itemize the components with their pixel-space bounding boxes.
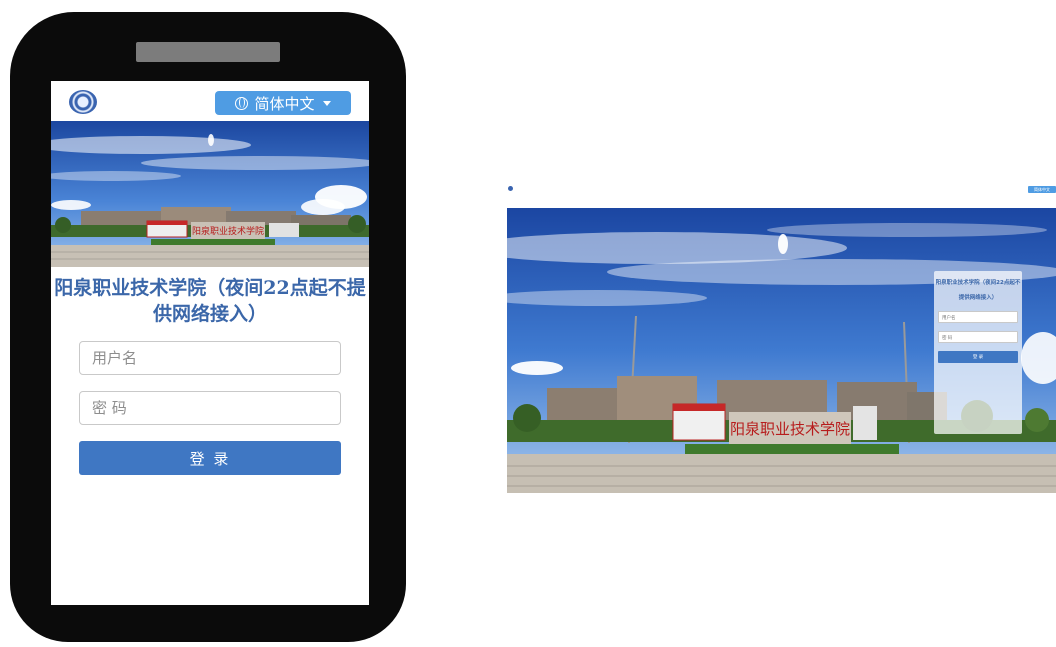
desktop-login-panel: 阳泉职业技术学院（夜间22点起不提供网络接入） 登 录 bbox=[934, 271, 1022, 434]
globe-icon bbox=[235, 96, 249, 110]
page-title: 阳泉职业技术学院（夜间22点起不提供网络接入） bbox=[54, 277, 366, 325]
page-title: 阳泉职业技术学院（夜间22点起不提供网络接入） bbox=[935, 280, 1021, 301]
password-input[interactable] bbox=[79, 391, 341, 425]
desktop-login-screen: 简体中文 阳泉职业技术学院 阳泉职业技术学院（夜间22点起不提供网络接入） 用户… bbox=[505, 186, 1056, 496]
phone-speaker bbox=[136, 42, 280, 62]
gate-sign-text: 阳泉职业技术学院 bbox=[730, 420, 850, 438]
school-logo-icon bbox=[69, 90, 97, 114]
campus-banner-image: 阳泉职业技术学院 bbox=[51, 121, 369, 267]
username-input[interactable] bbox=[938, 311, 1018, 323]
language-select-button[interactable]: 简体中文 bbox=[1028, 186, 1056, 193]
username-input[interactable] bbox=[79, 341, 341, 375]
language-label: 简体中文 bbox=[254, 94, 315, 113]
language-select-button[interactable]: 简体中文 bbox=[215, 91, 351, 115]
mobile-login-screen: 简体中文 阳泉职业技术学院 阳泉职业技术学院（夜间22点起不提供网络接入） 用户… bbox=[51, 81, 369, 605]
password-input[interactable] bbox=[938, 331, 1018, 343]
school-logo-icon bbox=[508, 186, 513, 191]
login-button[interactable]: 登 录 bbox=[79, 441, 341, 475]
phone-mockup: 简体中文 阳泉职业技术学院 阳泉职业技术学院（夜间22点起不提供网络接入） 用户… bbox=[10, 12, 406, 642]
gate-sign-text: 阳泉职业技术学院 bbox=[192, 225, 264, 237]
mobile-header: 简体中文 bbox=[51, 81, 369, 121]
login-button[interactable]: 登 录 bbox=[938, 351, 1018, 363]
chevron-down-icon bbox=[322, 100, 331, 106]
